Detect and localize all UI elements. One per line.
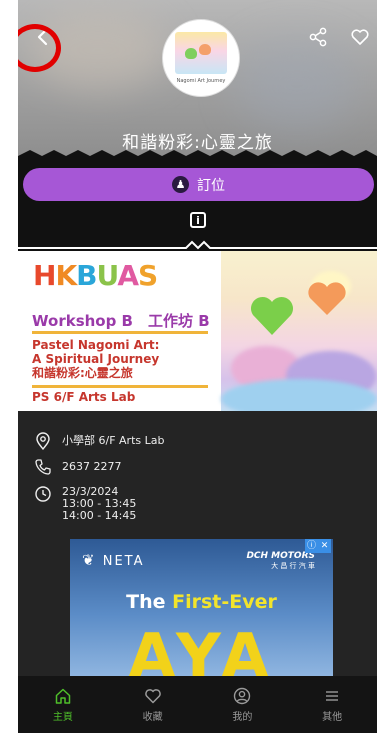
banner-artwork bbox=[221, 251, 377, 411]
ad-headline: AYA bbox=[128, 620, 275, 677]
nav-more-label: 其他 bbox=[322, 711, 343, 723]
banner-divider bbox=[32, 385, 208, 388]
heart-icon bbox=[351, 29, 369, 45]
heart-icon bbox=[144, 688, 161, 703]
nav-favorites[interactable]: 收藏 bbox=[108, 676, 198, 733]
seat-icon: ♟ bbox=[172, 176, 189, 193]
back-button[interactable] bbox=[28, 22, 58, 52]
tab-indicator-line bbox=[18, 240, 377, 250]
clock-icon bbox=[35, 486, 51, 502]
home-icon bbox=[55, 688, 71, 704]
phone-text: 2637 2277 bbox=[62, 460, 122, 473]
user-icon bbox=[234, 687, 251, 704]
orange-heart-icon bbox=[308, 282, 346, 315]
ad-tagline: The First-Ever bbox=[126, 591, 277, 613]
banner-title: Pastel Nagomi Art: A Spiritual Journey 和… bbox=[32, 338, 160, 380]
event-banner: HKBUAS Workshop B 工作坊 B Pastel Nagomi Ar… bbox=[18, 251, 377, 411]
book-button[interactable]: ♟ 訂位 bbox=[23, 168, 374, 201]
phone-icon bbox=[35, 459, 51, 475]
neta-logo-icon: ❦ bbox=[82, 551, 97, 569]
datetime-row: 23/3/2024 13:00 - 13:45 14:00 - 14:45 bbox=[34, 485, 136, 522]
share-icon bbox=[309, 27, 327, 47]
share-button[interactable] bbox=[308, 27, 328, 47]
info-tab-icon[interactable]: i bbox=[190, 212, 206, 228]
green-heart-icon bbox=[250, 296, 294, 335]
nav-profile-label: 我的 bbox=[232, 711, 253, 723]
chevron-left-icon bbox=[37, 28, 48, 46]
nav-home[interactable]: 主頁 bbox=[18, 676, 108, 733]
favorite-button[interactable] bbox=[350, 28, 370, 46]
book-button-label: 訂位 bbox=[197, 177, 225, 194]
nav-favorites-label: 收藏 bbox=[142, 711, 163, 723]
event-logo: Nagomi Art Journey bbox=[163, 20, 239, 96]
event-title: 和諧粉彩:心靈之旅 bbox=[122, 133, 273, 153]
menu-icon bbox=[326, 690, 339, 701]
nav-more[interactable]: 其他 bbox=[287, 676, 377, 733]
ad-close-button[interactable]: ⓘ ✕ bbox=[305, 539, 331, 553]
event-time-slot-2: 14:00 - 14:45 bbox=[62, 509, 137, 522]
phone-row[interactable]: 2637 2277 bbox=[34, 458, 122, 476]
ad-info-icon[interactable]: ⓘ bbox=[305, 539, 318, 553]
bottom-nav: 主頁 收藏 我的 其他 bbox=[18, 676, 377, 733]
banner-brand: HKBUAS bbox=[33, 259, 158, 292]
close-icon[interactable]: ✕ bbox=[318, 539, 331, 553]
app-screen: Nagomi Art Journey 和諧粉彩:心靈之旅 ♟ 訂位 i HKBU… bbox=[18, 0, 377, 733]
advertisement-banner[interactable]: ❦ NETA DCH MOTORS 大 昌 行 汽 車 ⓘ ✕ The Firs… bbox=[70, 539, 333, 676]
ad-brand-left: ❦ NETA bbox=[82, 551, 145, 569]
location-pin-icon bbox=[36, 432, 50, 450]
banner-divider bbox=[32, 331, 208, 334]
banner-workshop: Workshop B 工作坊 B bbox=[32, 312, 210, 330]
location-row[interactable]: 小學部 6/F Arts Lab bbox=[34, 432, 164, 450]
location-text: 小學部 6/F Arts Lab bbox=[62, 434, 165, 447]
ad-brand-right: DCH MOTORS 大 昌 行 汽 車 bbox=[246, 551, 315, 570]
banner-venue: PS 6/F Arts Lab bbox=[32, 390, 136, 404]
nav-profile[interactable]: 我的 bbox=[198, 676, 288, 733]
logo-caption: Nagomi Art Journey bbox=[176, 78, 226, 84]
nav-home-label: 主頁 bbox=[52, 711, 73, 723]
